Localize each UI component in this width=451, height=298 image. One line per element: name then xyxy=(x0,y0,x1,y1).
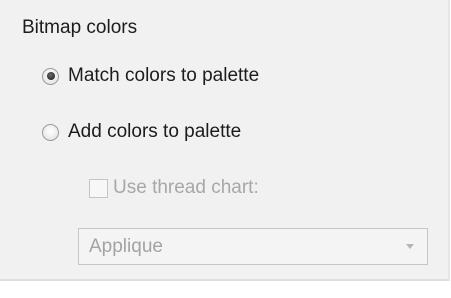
match-colors-radio[interactable] xyxy=(42,67,59,85)
thread-chart-value: Applique xyxy=(89,235,163,257)
thread-chart-dropdown[interactable]: Applique xyxy=(78,228,428,265)
add-colors-label[interactable]: Add colors to palette xyxy=(68,120,241,144)
use-thread-chart-label[interactable]: Use thread chart: xyxy=(113,176,259,200)
match-colors-option[interactable]: Match colors to palette xyxy=(42,63,259,89)
use-thread-chart-checkbox[interactable] xyxy=(89,178,108,198)
chevron-down-icon[interactable] xyxy=(406,244,414,249)
add-colors-option[interactable]: Add colors to palette xyxy=(42,119,241,145)
radio-selected-dot xyxy=(46,72,55,80)
use-thread-chart-option[interactable]: Use thread chart: xyxy=(89,175,259,201)
group-title: Bitmap colors xyxy=(22,17,138,38)
add-colors-radio[interactable] xyxy=(42,123,59,141)
bitmap-colors-panel: Bitmap colors Match colors to palette Ad… xyxy=(0,0,450,281)
match-colors-label[interactable]: Match colors to palette xyxy=(68,64,259,88)
